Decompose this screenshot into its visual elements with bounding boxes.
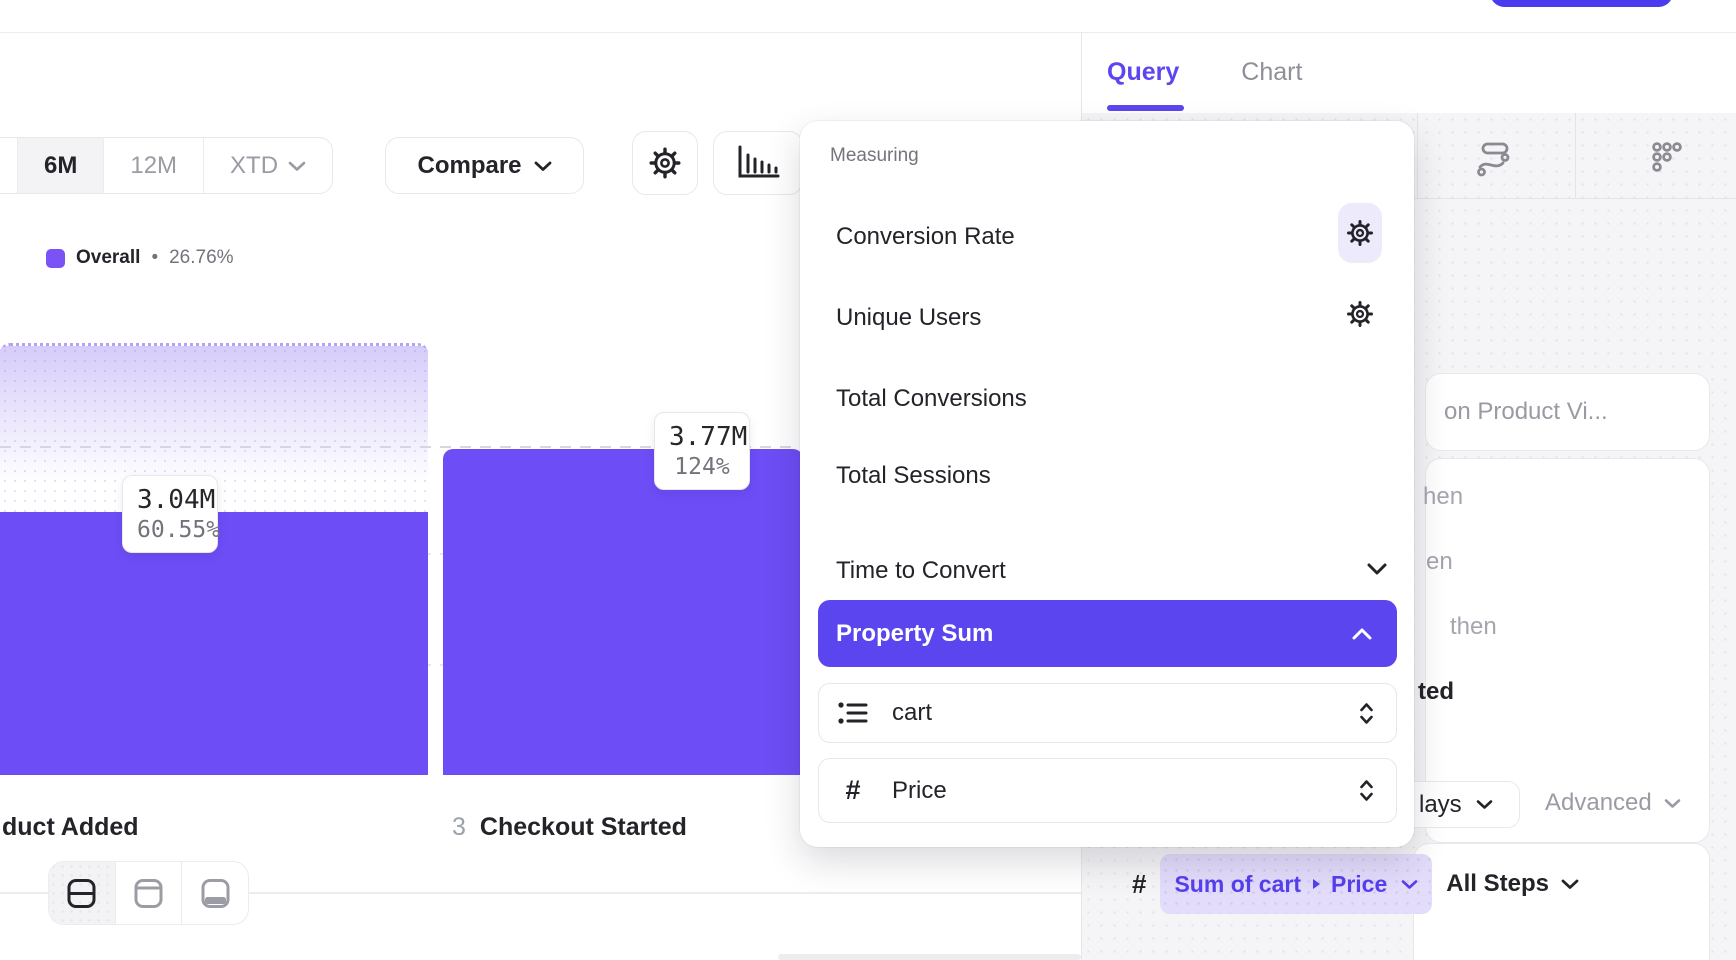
- chevron-down-icon: [1401, 879, 1418, 890]
- step-label-checkout-started[interactable]: 3 Checkout Started: [452, 813, 687, 842]
- legend-value: 26.76%: [169, 247, 233, 269]
- gear-icon: [1346, 300, 1374, 328]
- app-window: M 6M 12M XTD Compare: [0, 0, 1736, 960]
- measuring-dropdown: Measuring Conversion Rate Unique Users: [800, 121, 1414, 847]
- step-label-text: Checkout Started: [480, 813, 687, 841]
- property-sum-chip[interactable]: Sum of cart Price: [1160, 854, 1432, 914]
- stepper-icon[interactable]: [1357, 777, 1376, 804]
- step-label-partial[interactable]: duct Added: [2, 813, 139, 842]
- step-header-card[interactable]: on Product Vi...: [1425, 373, 1710, 451]
- legend-swatch: [46, 249, 65, 268]
- flows-button[interactable]: [1476, 139, 1512, 182]
- step-row-fragment[interactable]: hen: [1423, 483, 1463, 511]
- advanced-dropdown[interactable]: Advanced: [1545, 789, 1681, 817]
- legend-name: Overall: [76, 247, 140, 269]
- stepper-icon[interactable]: [1357, 700, 1376, 727]
- property-value: cart: [892, 699, 1357, 727]
- chip-sublabel: Price: [1331, 871, 1387, 898]
- step-row-fragment[interactable]: en: [1426, 548, 1453, 576]
- layout-toggle-group: [48, 861, 249, 925]
- dropdown-header: Measuring: [830, 145, 919, 167]
- flows-icon: [1476, 139, 1512, 177]
- toolbar-separator: [1417, 113, 1418, 198]
- dots-grid-icon: [1648, 139, 1684, 177]
- caret-right-icon: [1311, 877, 1321, 891]
- tab-chart[interactable]: Chart: [1241, 58, 1302, 87]
- split-rows-icon: [65, 877, 98, 910]
- funnel-bar-1[interactable]: [0, 512, 428, 775]
- range-option-xtd[interactable]: XTD: [203, 138, 332, 193]
- range-option-6m[interactable]: 6M: [17, 138, 103, 193]
- next-section-edge: [778, 954, 1081, 960]
- bar-2-value-label: 3.77M 124%: [654, 412, 750, 490]
- menu-item-property-sum-selected[interactable]: Property Sum: [818, 600, 1397, 667]
- layout-split-rows-button[interactable]: [49, 862, 115, 924]
- bar-1-value: 3.04M: [137, 484, 203, 516]
- conversion-rate-settings-button[interactable]: [1338, 203, 1382, 263]
- layout-header-row-button[interactable]: [115, 862, 182, 924]
- step-row-fragment[interactable]: ted: [1418, 678, 1454, 706]
- range-option-12m[interactable]: 12M: [103, 138, 203, 193]
- menu-item-time-to-convert[interactable]: Time to Convert: [836, 557, 1006, 585]
- header-row-icon: [132, 877, 165, 910]
- footer-row-icon: [199, 877, 232, 910]
- chevron-down-icon: [534, 160, 552, 172]
- bar-2-value: 3.77M: [669, 421, 735, 453]
- apps-button[interactable]: [1648, 139, 1684, 182]
- all-steps-label: All Steps: [1446, 870, 1549, 898]
- unique-users-settings-button[interactable]: [1338, 284, 1382, 344]
- chevron-up-icon: [1351, 627, 1373, 641]
- step-row-fragment[interactable]: then: [1450, 613, 1497, 641]
- advanced-label: Advanced: [1545, 789, 1652, 817]
- step-header-label: on Product Vi...: [1444, 398, 1608, 426]
- measurement-row: # Sum of cart Price All Steps: [1132, 854, 1579, 914]
- list-icon: [836, 697, 870, 729]
- top-divider: [0, 32, 1736, 33]
- chip-label: Sum of cart: [1174, 871, 1301, 898]
- all-steps-dropdown[interactable]: All Steps: [1446, 870, 1579, 898]
- primary-action-button[interactable]: [1490, 0, 1673, 7]
- funnel-bar-2[interactable]: [443, 449, 803, 775]
- legend-separator: •: [151, 247, 158, 269]
- property-sum-label: Property Sum: [836, 620, 993, 648]
- gear-icon: [1346, 219, 1374, 247]
- bar-1-value-label: 3.04M 60.55%: [122, 475, 218, 553]
- step-number: 3: [452, 813, 466, 841]
- range-option-partial[interactable]: M: [0, 138, 17, 193]
- chart-type-button[interactable]: [713, 131, 803, 195]
- number-type-icon: #: [1132, 869, 1146, 900]
- menu-item-unique-users[interactable]: Unique Users: [836, 304, 981, 332]
- chart-legend: Overall • 26.76%: [46, 247, 234, 269]
- layout-footer-row-button[interactable]: [181, 862, 248, 924]
- tab-query[interactable]: Query: [1107, 58, 1179, 87]
- chevron-down-icon: [1476, 799, 1493, 810]
- conversion-window-button[interactable]: lays: [1404, 781, 1520, 828]
- chevron-down-icon: [288, 160, 306, 172]
- range-xtd-label: XTD: [230, 152, 278, 180]
- compare-label: Compare: [417, 152, 521, 180]
- active-tab-underline: [1107, 105, 1184, 111]
- number-type-icon: #: [836, 775, 870, 806]
- compare-button[interactable]: Compare: [385, 137, 584, 194]
- subproperty-value: Price: [892, 777, 1357, 805]
- subproperty-select[interactable]: # Price: [818, 758, 1397, 823]
- funnel-chart-icon: [734, 143, 782, 183]
- chevron-down-icon: [1664, 798, 1681, 809]
- chart-settings-button[interactable]: [632, 131, 698, 195]
- window-label-fragment: lays: [1419, 791, 1462, 819]
- menu-item-conversion-rate[interactable]: Conversion Rate: [836, 223, 1015, 251]
- bar-1-percent: 60.55%: [137, 516, 203, 544]
- chevron-down-icon[interactable]: [1366, 562, 1388, 576]
- toolbar-separator: [1575, 113, 1576, 198]
- date-range-segmented-control: M 6M 12M XTD: [0, 137, 333, 194]
- chevron-down-icon: [1561, 878, 1579, 890]
- menu-item-total-conversions[interactable]: Total Conversions: [836, 385, 1027, 413]
- gear-icon: [648, 146, 682, 180]
- menu-item-total-sessions[interactable]: Total Sessions: [836, 462, 991, 490]
- property-select[interactable]: cart: [818, 683, 1397, 743]
- bar-2-percent: 124%: [669, 453, 735, 481]
